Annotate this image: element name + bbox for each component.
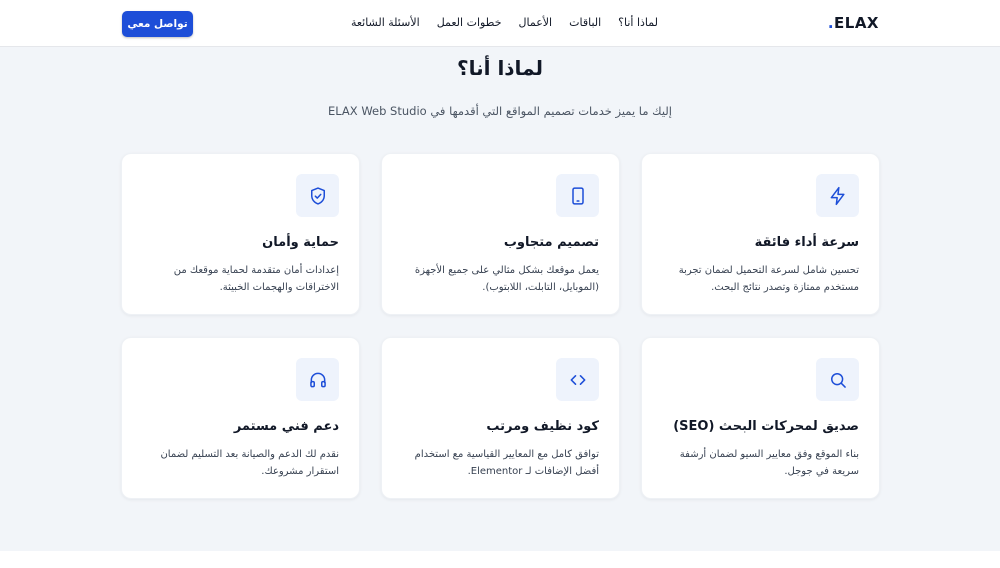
feature-title: تصميم متجاوب [503,235,599,250]
logo[interactable]: .ELAX [828,14,879,32]
feature-card-speed: سرعة أداء فائقة تحسين شامل لسرعة التحميل… [641,153,880,315]
feature-title: سرعة أداء فائقة [754,235,859,250]
contact-button[interactable]: تواصل معي [122,11,193,37]
feature-description: توافق كامل مع المعايير القياسية مع استخد… [414,449,599,477]
feature-card-clean-code: كود نظيف ومرتب توافق كامل مع المعايير ال… [381,337,620,499]
main-nav: لماذا أنا؟ الباقات الأعمال خطوات العمل ا… [351,16,658,29]
feature-card-support: دعم فني مستمر نقدم لك الدعم والصيانة بعد… [121,337,360,499]
headphones-icon [296,358,339,401]
next-section-edge [0,551,1000,568]
section-title: لماذا أنا؟ [457,56,543,80]
feature-description: تحسين شامل لسرعة التحميل لضمان تجربة مست… [678,265,859,293]
logo-text: ELAX [834,14,879,32]
feature-description: يعمل موقعك بشكل مثالي على جميع الأجهزة (… [414,265,599,293]
smartphone-icon [556,174,599,217]
feature-title: حماية وأمان [262,235,339,250]
lightning-icon [816,174,859,217]
search-icon [816,358,859,401]
shield-check-icon [296,174,339,217]
feature-description: بناء الموقع وفق معايير السيو لضمان أرشفة… [679,449,859,477]
feature-title: صديق لمحركات البحث (SEO) [673,419,859,434]
feature-card-seo: صديق لمحركات البحث (SEO) بناء الموقع وفق… [641,337,880,499]
feature-card-security: حماية وأمان إعدادات أمان متقدمة لحماية م… [121,153,360,315]
site-header: .ELAX لماذا أنا؟ الباقات الأعمال خطوات ا… [0,0,1000,47]
nav-link-why-me[interactable]: لماذا أنا؟ [618,16,658,29]
section-subtitle: إليك ما يميز خدمات تصميم المواقع التي أق… [327,104,672,118]
nav-link-portfolio[interactable]: الأعمال [519,16,553,29]
feature-description: إعدادات أمان متقدمة لحماية موقعك من الاخ… [173,265,339,293]
nav-link-packages[interactable]: الباقات [569,16,601,29]
code-icon [556,358,599,401]
feature-card-responsive: تصميم متجاوب يعمل موقعك بشكل مثالي على ج… [381,153,620,315]
nav-link-work-steps[interactable]: خطوات العمل [437,16,502,29]
feature-title: كود نظيف ومرتب [486,419,599,434]
feature-title: دعم فني مستمر [233,419,339,434]
feature-description: نقدم لك الدعم والصيانة بعد التسليم لضمان… [160,449,339,477]
nav-link-faq[interactable]: الأسئلة الشائعة [351,16,420,29]
